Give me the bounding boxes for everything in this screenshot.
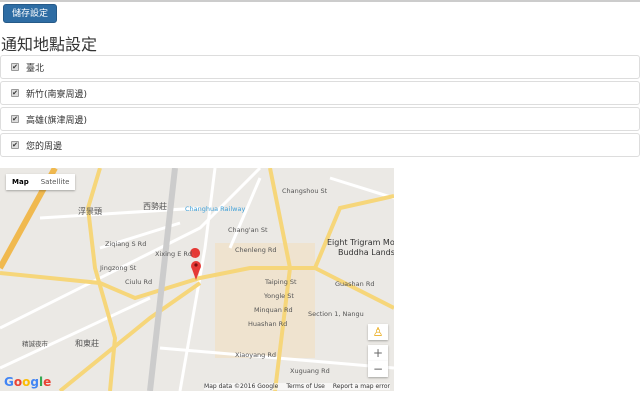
map-label: Eight Trigram Mo — [327, 238, 394, 247]
map-label: Chenleng Rd — [235, 246, 277, 254]
page-title: 通知地點設定 — [1, 35, 98, 54]
map-label: Jingzong St — [100, 264, 137, 272]
map-label: Changhua Railway — [185, 205, 246, 213]
checkbox[interactable]: ✔ — [11, 115, 19, 123]
map-label: Ciulu Rd — [125, 278, 153, 286]
location-row-taipei[interactable]: ✔ 臺北 — [0, 55, 640, 79]
location-row-kaohsiung[interactable]: ✔ 高雄(旗津周邊) — [0, 107, 640, 131]
location-row-nearby[interactable]: ✔ 您的周邊 — [0, 133, 640, 157]
map-type-map-button[interactable]: Map — [6, 174, 35, 190]
checkbox[interactable]: ✔ — [11, 141, 19, 149]
map-label: Xiaoyang Rd — [235, 351, 277, 359]
map-label: Yongle St — [264, 292, 294, 300]
google-logo: Google — [4, 375, 52, 389]
map-label: Huashan Rd — [248, 320, 288, 328]
zoom-out-button[interactable]: − — [368, 361, 388, 377]
map-label: Ziqiang S Rd — [105, 240, 147, 248]
map-label: Xuguang Rd — [290, 367, 330, 375]
map-label: 西勢莊 — [143, 202, 167, 211]
checkbox[interactable]: ✔ — [11, 89, 19, 97]
map-label: Changshou St — [282, 187, 328, 195]
map-label: Section 1, Nangu — [308, 310, 364, 318]
save-settings-button[interactable]: 儲存設定 — [3, 4, 57, 23]
zoom-in-button[interactable]: + — [368, 345, 388, 361]
location-label: 新竹(南寮周邊) — [26, 89, 88, 100]
map-label: Buddha Landsc — [338, 248, 394, 257]
map-label: 精誠夜市 — [22, 340, 48, 348]
pegman-icon[interactable]: ♙ — [368, 324, 388, 340]
location-label: 高雄(旗津周邊) — [26, 115, 88, 126]
map-type-control: Map Satellite — [6, 174, 76, 190]
location-row-hsinchu[interactable]: ✔ 新竹(南寮周邊) — [0, 81, 640, 105]
map-label: 浮景頭 — [78, 207, 102, 216]
map-label: Chang'an St — [228, 226, 268, 234]
map-attribution: Map data ©2016 Google — [204, 383, 279, 390]
map-label: Xixing E Rd — [155, 250, 193, 258]
map-label: 和東莊 — [75, 339, 99, 348]
location-label: 您的周邊 — [26, 141, 63, 152]
location-label: 臺北 — [26, 63, 45, 74]
map-label: Guashan Rd — [335, 280, 375, 288]
checkbox[interactable]: ✔ — [11, 63, 19, 71]
map-label: Minquan Rd — [254, 306, 293, 314]
map[interactable]: Changhua Railway 西勢莊 浮景頭 和東莊 Chenleng Rd… — [0, 168, 394, 391]
top-border — [0, 0, 640, 2]
map-footer: Map data ©2016 Google Terms of Use Repor… — [204, 383, 390, 390]
report-error-link[interactable]: Report a map error — [333, 383, 390, 390]
map-label: Taiping St — [265, 278, 297, 286]
map-type-satellite-button[interactable]: Satellite — [35, 174, 76, 190]
terms-link[interactable]: Terms of Use — [286, 383, 324, 390]
